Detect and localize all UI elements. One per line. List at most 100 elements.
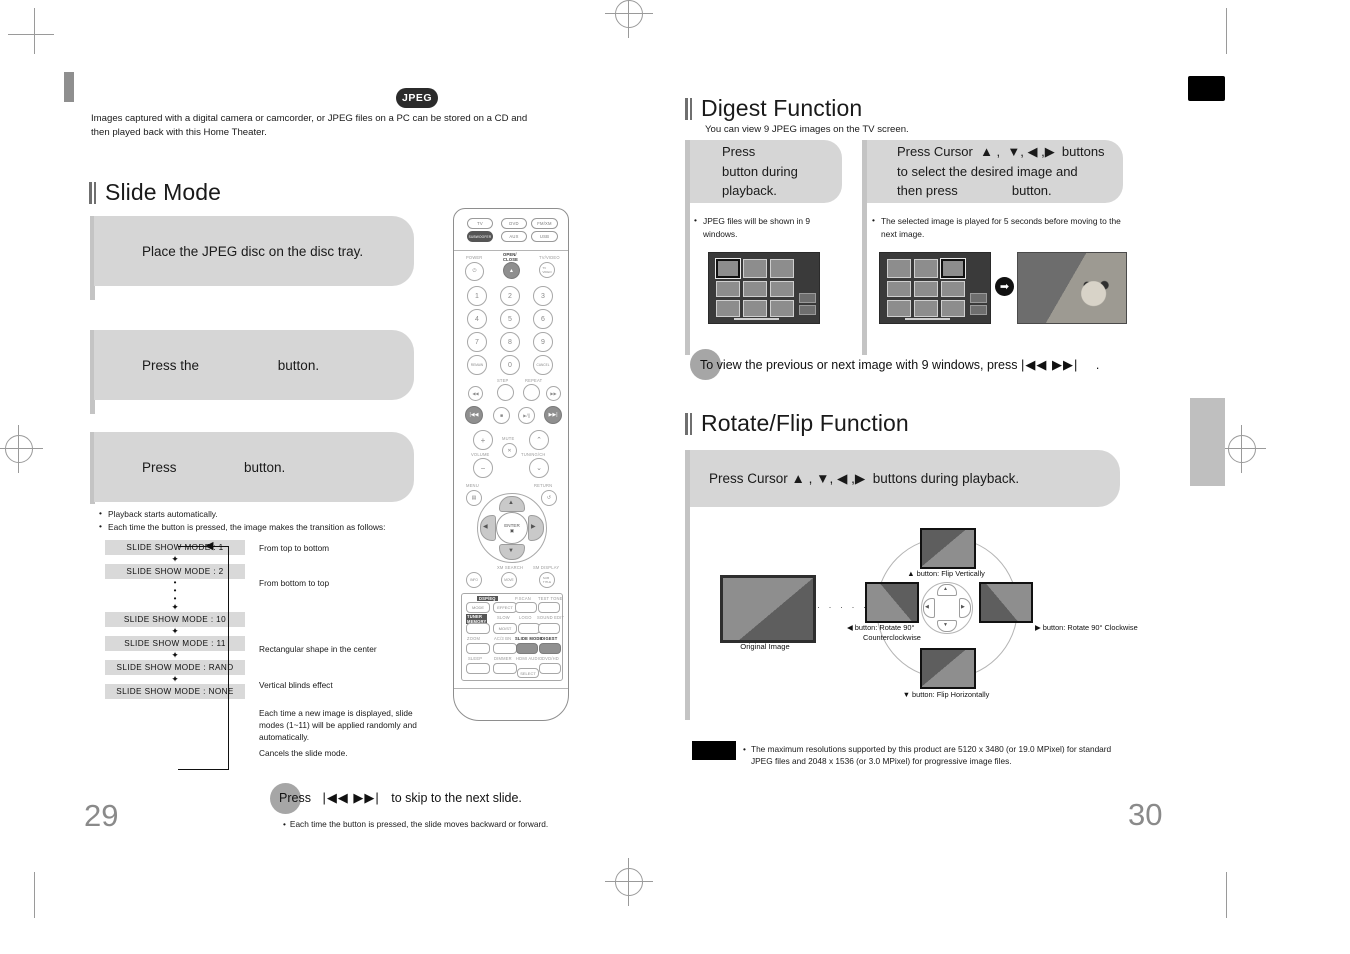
remote-key-enter[interactable]: ENTER ▣ — [496, 512, 528, 544]
remote-key-cancel[interactable]: CANCEL — [533, 355, 553, 375]
remote-key-test-tone[interactable] — [538, 602, 560, 613]
remote-key-6[interactable]: 6 — [533, 309, 553, 329]
remote-key-tuner-memory[interactable] — [466, 623, 490, 634]
remote-key-stop[interactable]: ■ — [493, 407, 510, 424]
thumbnail[interactable] — [887, 259, 911, 278]
remote-key-0[interactable]: 0 — [500, 355, 520, 375]
remote-key-next[interactable]: ▶▶| — [544, 406, 562, 424]
thumbnail-selected[interactable] — [716, 259, 740, 278]
remote-key-tuning-down[interactable]: ⌄ — [529, 458, 549, 478]
thumbnail[interactable] — [914, 259, 938, 278]
flow-arrow-right-icon: ➡ — [995, 277, 1014, 296]
remote-key-power[interactable]: ⏻ — [465, 262, 484, 281]
remote-key-5[interactable]: 5 — [500, 309, 520, 329]
remote-key-subwoofer[interactable]: SUBWOOFER — [467, 231, 493, 242]
remote-key-dvd-hd[interactable] — [539, 663, 561, 674]
remote-key-forward[interactable]: ▶▶ — [546, 386, 561, 401]
remote-key-tuning-up[interactable]: ⌃ — [529, 430, 549, 450]
remote-key-logo[interactable] — [518, 623, 540, 634]
thumbnail[interactable] — [770, 280, 794, 298]
thumbnail[interactable] — [887, 300, 911, 317]
thumbnail[interactable] — [743, 259, 767, 278]
flip-horizontally-caption: ▼ button: Flip Horizontally — [902, 690, 990, 699]
remote-key-subtitle[interactable]: SUB TITLE — [539, 572, 555, 588]
remote-key-slide-mode[interactable] — [516, 643, 538, 654]
remote-key-tv[interactable]: TV — [467, 218, 493, 229]
remote-key-move[interactable]: MOVE — [501, 572, 517, 588]
thumbnail[interactable] — [887, 280, 911, 298]
remote-key-info[interactable]: INFO — [466, 572, 482, 588]
remote-label-zoom: ZOOM — [467, 636, 481, 641]
rotate-ccw-caption-line1: ◀ button: Rotate 90° — [847, 623, 915, 632]
digest-step-2-line-1: Press Cursor ▲ , ▼, ◀ ,▶ buttons — [897, 144, 1105, 160]
thumbnail[interactable] — [743, 300, 767, 317]
remote-key-repeat[interactable] — [523, 384, 540, 401]
rotate-ccw-caption-line2: Counterclockwise — [863, 633, 921, 642]
rotate-cw-caption: ▶ button: Rotate 90° Clockwise — [1035, 623, 1138, 632]
remote-key-step[interactable] — [497, 384, 514, 401]
remote-key-dimmer[interactable] — [493, 663, 517, 674]
osd-progress-bar — [734, 318, 779, 320]
page-edge-bar — [64, 72, 74, 102]
thumbnail[interactable] — [914, 280, 938, 298]
thumbnail[interactable] — [743, 280, 767, 298]
remote-label-sound-edit: SOUND EDIT — [537, 615, 565, 620]
remote-key-digest[interactable] — [539, 643, 561, 654]
remote-dpad[interactable]: ▲ ▼ ◀ ▶ ENTER ▣ — [477, 493, 545, 561]
thumbnail[interactable] — [941, 280, 965, 298]
thumbnail[interactable] — [716, 300, 740, 317]
remote-key-open-close[interactable]: ▲ — [503, 262, 520, 279]
remote-key-9[interactable]: 9 — [533, 332, 553, 352]
osd-button — [970, 305, 987, 315]
remote-key-mute[interactable]: ✕ — [502, 443, 517, 458]
thumbnail-grid — [887, 259, 965, 317]
remote-key-tv-video[interactable]: TV VIDEO — [539, 262, 555, 278]
remote-label-ac3bn: AC/3 BN — [494, 636, 512, 641]
remote-key-select[interactable]: SELECT — [517, 668, 539, 678]
step-2-text: Press the button. — [142, 357, 320, 373]
remote-key-dvd[interactable]: DVD — [501, 218, 527, 229]
remote-key-volume-down[interactable]: − — [473, 458, 493, 478]
remote-label-sleep: SLEEP — [468, 656, 483, 661]
remote-key-4[interactable]: 4 — [467, 309, 487, 329]
manual-spread: JPEG Images captured with a digital came… — [0, 0, 1350, 954]
remote-key-sleep[interactable] — [466, 663, 490, 674]
remote-key-1[interactable]: 1 — [467, 286, 487, 306]
remote-key-prev[interactable]: |◀◀ — [465, 406, 483, 424]
registration-mark-bottom — [605, 858, 653, 906]
remote-key-rewind[interactable]: ◀◀ — [468, 386, 483, 401]
heading-bar-icon — [89, 181, 96, 204]
remote-label-repeat: REPEAT — [525, 378, 543, 383]
remote-key-7[interactable]: 7 — [467, 332, 487, 352]
remote-label-dimmer: DIMMER — [494, 656, 512, 661]
remote-key-zoom[interactable] — [466, 643, 490, 654]
jpeg-badge: JPEG — [396, 88, 438, 108]
resolution-note: The maximum resolutions supported by thi… — [743, 743, 1123, 768]
remote-key-2[interactable]: 2 — [500, 286, 520, 306]
thumbnail-selected[interactable] — [941, 259, 965, 278]
thumbnail[interactable] — [770, 300, 794, 317]
remote-key-3[interactable]: 3 — [533, 286, 553, 306]
remote-key-pscan[interactable] — [515, 602, 537, 613]
remote-key-fmxm[interactable]: FM/XM — [531, 218, 558, 229]
remote-key-ac3bn[interactable] — [493, 643, 517, 654]
thumbnail[interactable] — [941, 300, 965, 317]
step-box-2: Press the button. — [94, 330, 414, 400]
skip-icons: |◀◀ ▶▶| — [322, 790, 380, 805]
remote-key-effect[interactable]: EFFECT — [493, 602, 517, 613]
flipped-horizontally-thumb — [920, 648, 976, 689]
thumbnail[interactable] — [716, 280, 740, 298]
digest-callout-tail: . — [1095, 358, 1100, 372]
thumbnail[interactable] — [770, 259, 794, 278]
remote-key-mode[interactable]: MODE — [466, 602, 490, 613]
remote-key-usb[interactable]: USB — [531, 231, 558, 242]
remote-key-play-pause[interactable]: ▶/|| — [518, 407, 535, 424]
digest-step-box-2: Press Cursor ▲ , ▼, ◀ ,▶ buttons to sele… — [867, 140, 1123, 203]
remote-key-sound-edit[interactable] — [538, 623, 560, 634]
remote-key-slow[interactable]: MO/ST — [493, 623, 517, 634]
remote-key-8[interactable]: 8 — [500, 332, 520, 352]
remote-key-remain[interactable]: REMAIN — [467, 355, 487, 375]
remote-key-aux[interactable]: AUX — [501, 231, 527, 242]
remote-key-volume-up[interactable]: + — [473, 430, 493, 450]
thumbnail[interactable] — [914, 300, 938, 317]
